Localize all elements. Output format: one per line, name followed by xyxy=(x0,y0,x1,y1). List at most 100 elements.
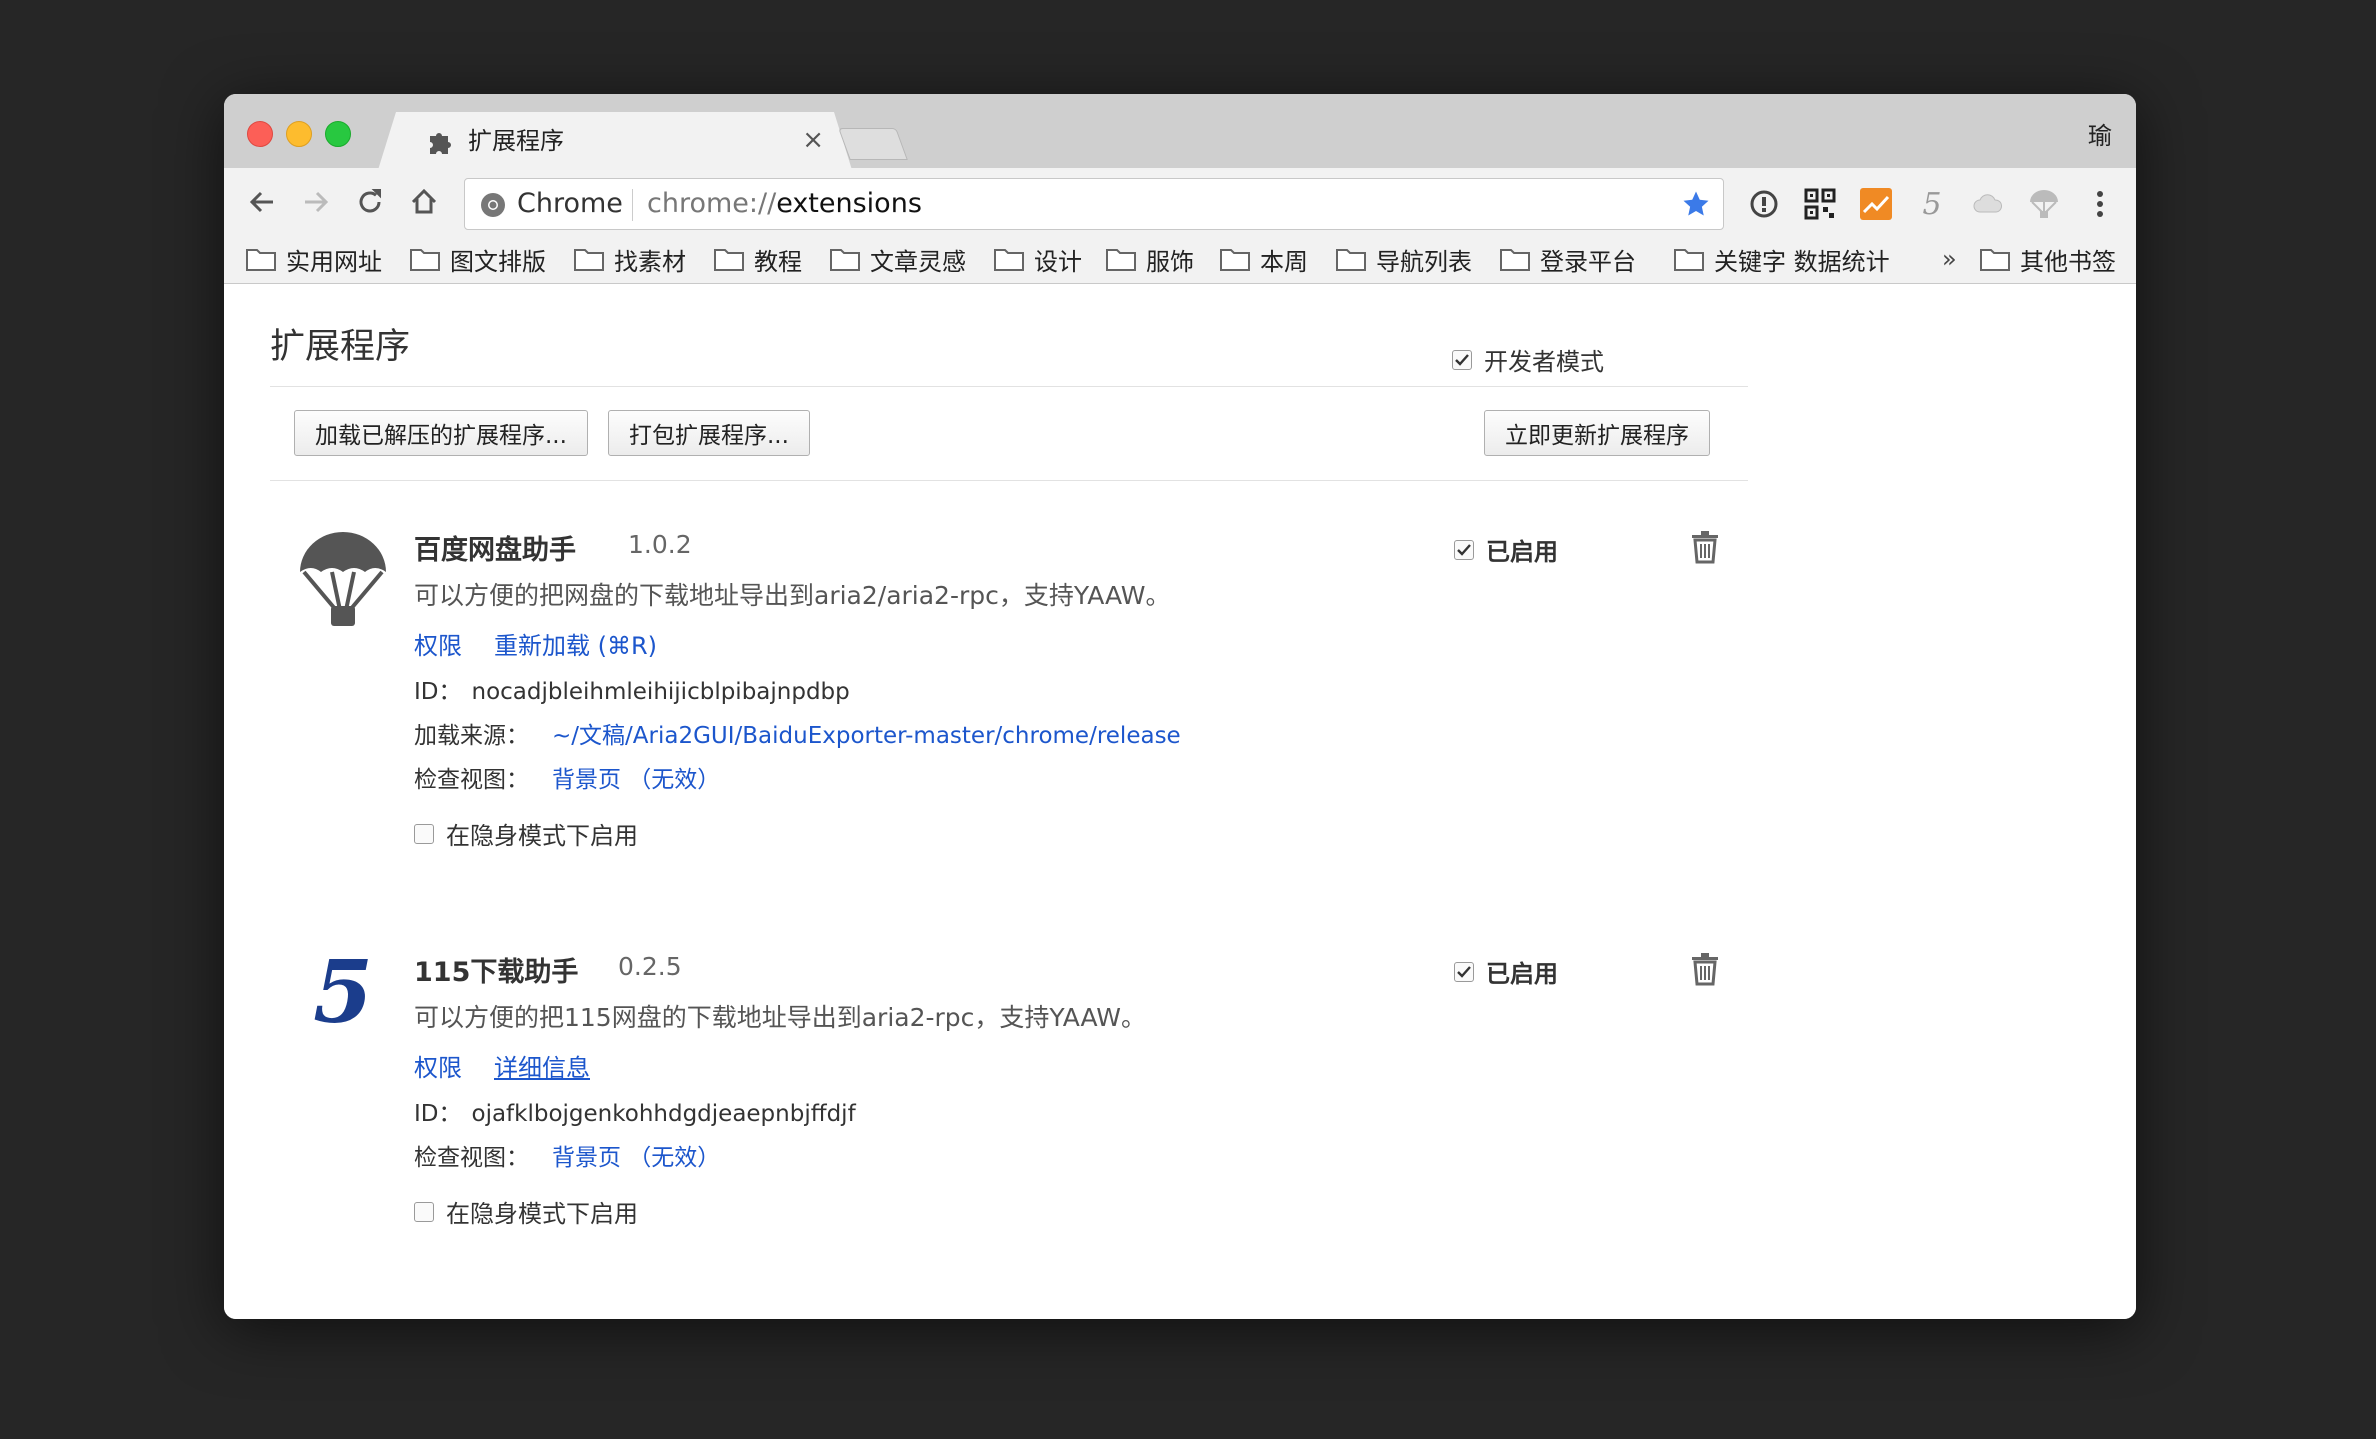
extensions-page: 扩展程序 开发者模式 加载已解压的扩展程序... 打包扩展程序... 立即更新扩… xyxy=(224,284,2136,1319)
bookmark-folder[interactable]: 本周 xyxy=(1220,242,1308,276)
info-circle-icon[interactable] xyxy=(1746,186,1782,222)
enabled-checkbox[interactable] xyxy=(1454,539,1474,560)
extension-name: 115下载助手 xyxy=(414,957,579,988)
details-link[interactable]: 详细信息 xyxy=(494,1048,590,1083)
dev-mode-checkbox[interactable] xyxy=(1452,349,1472,370)
bookmark-label: 关键字 数据统计 xyxy=(1714,247,1890,276)
bookmark-folder[interactable]: 设计 xyxy=(994,242,1082,276)
folder-icon xyxy=(1500,249,1530,271)
enabled-checkbox[interactable] xyxy=(1454,961,1474,982)
menu-dots-icon[interactable] xyxy=(2082,186,2118,222)
cloud-icon[interactable] xyxy=(1970,186,2006,222)
bookmark-star-icon[interactable] xyxy=(1681,189,1711,219)
id-value: nocadjbleihmleihijicblpibajnpdbp xyxy=(471,679,850,705)
new-tab-button[interactable] xyxy=(838,128,908,160)
bookmarks-overflow-button[interactable]: » xyxy=(1942,242,1957,276)
folder-icon xyxy=(1106,249,1136,271)
back-arrow-icon xyxy=(249,191,273,213)
bookmark-label: 文章灵感 xyxy=(870,247,966,276)
enabled-toggle[interactable]: 已启用 xyxy=(1454,532,1558,567)
tab-extensions[interactable]: 扩展程序 × xyxy=(378,112,852,170)
id-label: ID： xyxy=(414,1101,462,1127)
divider xyxy=(270,480,1748,481)
views-label: 检查视图： xyxy=(414,1145,529,1171)
permissions-link[interactable]: 权限 xyxy=(414,626,462,661)
update-extensions-button[interactable]: 立即更新扩展程序 xyxy=(1484,410,1710,456)
reload-link[interactable]: 重新加载 (⌘R) xyxy=(494,626,657,661)
parachute-icon xyxy=(300,532,386,626)
folder-icon xyxy=(1980,249,2010,271)
reload-icon xyxy=(359,189,381,213)
bookmark-label: 导航列表 xyxy=(1376,247,1472,276)
bookmark-folder[interactable]: 实用网址 xyxy=(246,242,382,276)
incognito-toggle[interactable]: 在隐身模式下启用 xyxy=(414,816,638,851)
enabled-toggle[interactable]: 已启用 xyxy=(1454,954,1558,989)
checkmark-icon xyxy=(1457,965,1471,978)
five-icon[interactable]: 5 xyxy=(1914,186,1950,222)
parachute-icon[interactable] xyxy=(2026,186,2062,222)
background-page-link[interactable]: 背景页 （无效） xyxy=(552,767,720,793)
bookmark-folder[interactable]: 教程 xyxy=(714,242,802,276)
address-bar[interactable]: Chrome chrome://extensions xyxy=(464,178,1724,230)
dev-mode-toggle[interactable]: 开发者模式 xyxy=(1452,342,1604,377)
extension-name: 百度网盘助手 xyxy=(414,535,576,566)
home-icon xyxy=(411,188,437,214)
other-bookmarks-folder[interactable]: 其他书签 xyxy=(1980,242,2116,276)
bookmark-label: 登录平台 xyxy=(1540,247,1636,276)
folder-icon xyxy=(246,249,276,271)
enabled-label: 已启用 xyxy=(1486,538,1558,566)
tab-close-button[interactable]: × xyxy=(802,122,824,158)
incognito-toggle[interactable]: 在隐身模式下启用 xyxy=(414,1194,638,1229)
source-row: 加载来源： ~/文稿/Aria2GUI/BaiduExporter-master/… xyxy=(414,716,1181,750)
trash-icon[interactable] xyxy=(1690,952,1720,986)
load-unpacked-button[interactable]: 加载已解压的扩展程序... xyxy=(294,410,588,456)
omnibox-url[interactable]: chrome://extensions xyxy=(647,187,922,221)
source-label: 加载来源： xyxy=(414,723,529,749)
puzzle-icon xyxy=(430,133,451,154)
extension-description: 可以方便的把网盘的下载地址导出到aria2/aria2-rpc，支持YAAW。 xyxy=(414,581,1171,610)
bookmark-folder[interactable]: 图文排版 xyxy=(410,242,546,276)
extension-version: 0.2.5 xyxy=(618,952,682,981)
bookmark-label: 实用网址 xyxy=(286,247,382,276)
extension-logo-115: 5 xyxy=(313,941,373,1043)
pack-extension-button[interactable]: 打包扩展程序... xyxy=(608,410,810,456)
title-bar: 扩展程序 × 瑜 xyxy=(224,94,2136,168)
inspect-views-row: 检查视图： 背景页 （无效） xyxy=(414,1138,720,1172)
chart-orange-icon[interactable] xyxy=(1858,186,1894,222)
folder-icon xyxy=(1220,249,1250,271)
inspect-views-row: 检查视图： 背景页 （无效） xyxy=(414,760,720,794)
url-scheme: chrome:// xyxy=(647,188,777,219)
incognito-label: 在隐身模式下启用 xyxy=(446,822,638,850)
folder-icon xyxy=(830,249,860,271)
back-button[interactable] xyxy=(242,182,282,222)
reload-button[interactable] xyxy=(350,182,390,222)
folder-icon xyxy=(574,249,604,271)
extension-description: 可以方便的把115网盘的下载地址导出到aria2-rpc，支持YAAW。 xyxy=(414,1003,1146,1032)
browser-window: 扩展程序 × 瑜 Chrome chrome://extensions 5 实用… xyxy=(224,94,2136,1319)
bookmark-folder[interactable]: 文章灵感 xyxy=(830,242,966,276)
folder-icon xyxy=(994,249,1024,271)
bookmark-folder[interactable]: 找素材 xyxy=(574,242,686,276)
source-path-link[interactable]: ~/文稿/Aria2GUI/BaiduExporter-master/chrom… xyxy=(552,723,1181,749)
bookmark-folder[interactable]: 关键字 数据统计 xyxy=(1674,242,1890,276)
incognito-checkbox[interactable] xyxy=(414,823,434,844)
qr-code-icon[interactable] xyxy=(1802,186,1838,222)
minimize-window-button[interactable] xyxy=(286,121,312,147)
zoom-window-button[interactable] xyxy=(325,121,351,147)
bookmark-folder[interactable]: 导航列表 xyxy=(1336,242,1472,276)
permissions-link[interactable]: 权限 xyxy=(414,1048,462,1083)
home-button[interactable] xyxy=(404,182,444,222)
tab-title: 扩展程序 xyxy=(468,127,564,155)
close-window-button[interactable] xyxy=(247,121,273,147)
bookmark-label: 教程 xyxy=(754,247,802,276)
bookmark-label: 服饰 xyxy=(1146,247,1194,276)
bookmark-folder[interactable]: 服饰 xyxy=(1106,242,1194,276)
bookmark-folder[interactable]: 登录平台 xyxy=(1500,242,1636,276)
forward-button[interactable] xyxy=(296,182,336,222)
chrome-logo-icon xyxy=(481,193,505,217)
incognito-checkbox[interactable] xyxy=(414,1201,434,1222)
trash-icon[interactable] xyxy=(1690,530,1720,564)
profile-button[interactable]: 瑜 xyxy=(2088,116,2112,151)
folder-icon xyxy=(1674,249,1704,271)
background-page-link[interactable]: 背景页 （无效） xyxy=(552,1145,720,1171)
